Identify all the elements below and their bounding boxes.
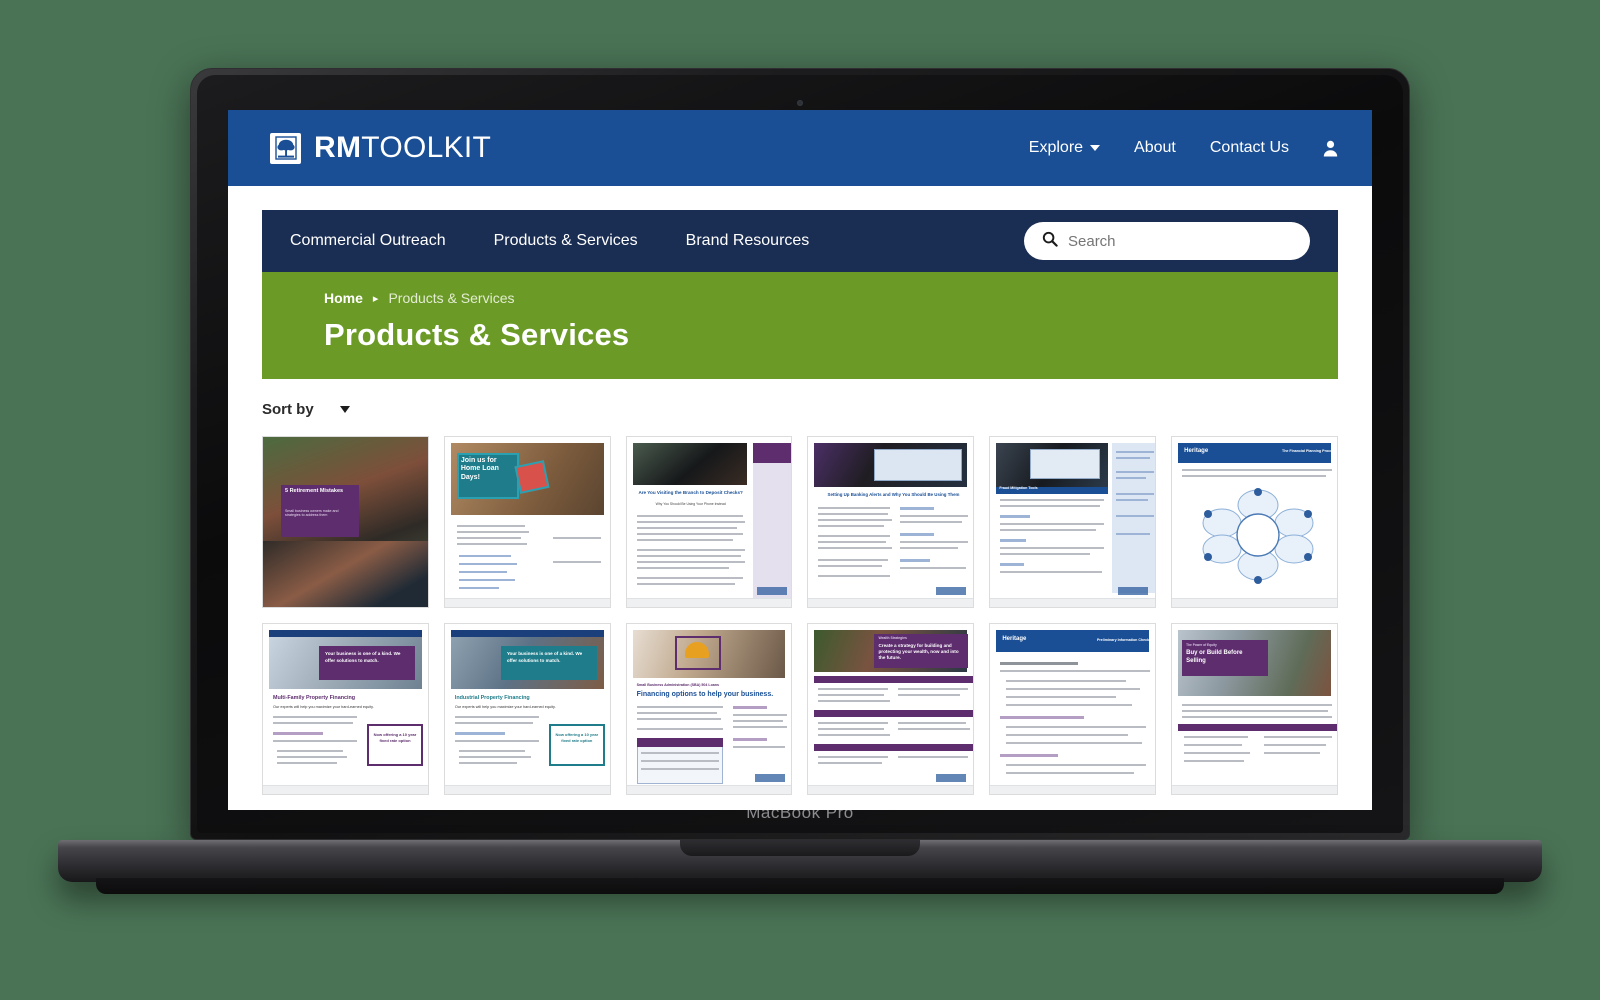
nav-label-explore: Explore	[1028, 139, 1084, 156]
search-icon	[1042, 231, 1058, 252]
chevron-down-icon[interactable]	[339, 406, 350, 413]
card-title: Industrial Property Financing	[454, 695, 530, 701]
macbook-device: MacBook Pro RMTOOLKIT Explore About Cont…	[0, 0, 1600, 1000]
card-title: Financing options to help your business.	[636, 691, 774, 698]
subnav-wrapper: Commercial Outreach Products & Services …	[228, 186, 1372, 272]
card-subtitle: Why You Should Be Using Your Phone Inste…	[655, 502, 726, 506]
document-card[interactable]: Are You Visiting the Branch to Deposit C…	[625, 436, 793, 608]
sort-control[interactable]: Sort by	[262, 379, 1338, 418]
brand-rm: RM	[314, 131, 362, 164]
sort-label: Sort by	[262, 401, 314, 418]
search-box[interactable]	[1024, 222, 1310, 260]
document-card[interactable]: Setting Up Banking Alerts and Why You Sh…	[807, 436, 975, 608]
chevron-down-icon	[1090, 145, 1101, 151]
document-card[interactable]: Fraud Mitigation Tools	[989, 436, 1157, 608]
card-badge-text: Now offering a 10 year fixed rate option	[373, 732, 417, 743]
card-badge-text: Now offering a 10 year fixed rate option	[555, 732, 599, 743]
nav-item-contact-us[interactable]: Contact Us	[1210, 139, 1289, 157]
card-badge: Your business is one of a kind. We offer…	[325, 651, 401, 663]
nav-item-explore[interactable]: Explore	[1028, 139, 1101, 157]
nav-item-about[interactable]: About	[1134, 139, 1176, 157]
breadcrumb-home[interactable]: Home	[324, 290, 363, 306]
card-title: Create a strategy for building and prote…	[878, 643, 959, 661]
page-hero: Home ▸ Products & Services Products & Se…	[262, 272, 1338, 379]
card-subtitle: The Power of Equity	[1186, 643, 1217, 647]
document-card[interactable]: Small Business Administration (SBA) 504 …	[625, 623, 793, 795]
document-card[interactable]: Wealth Strategies Create a strategy for …	[807, 623, 975, 795]
laptop-base-notch	[680, 840, 920, 856]
laptop-base	[58, 840, 1542, 882]
browser-viewport: RMTOOLKIT Explore About Contact Us Comme…	[228, 110, 1372, 810]
search-input[interactable]	[1068, 232, 1292, 250]
subnav-item-commercial-outreach[interactable]: Commercial Outreach	[290, 232, 446, 250]
card-subtitle: Heritage	[1184, 448, 1209, 454]
card-title: Multi-Family Property Financing	[273, 695, 356, 701]
card-title: Join us for Home Loan Days!	[460, 457, 499, 481]
webcam-icon	[797, 100, 803, 106]
document-card[interactable]: Join us for Home Loan Days!	[443, 436, 611, 608]
document-card[interactable]: The Power of Equity Buy or Build Before …	[1171, 623, 1338, 795]
document-grid: 5 Retirement Mistakes Small business own…	[262, 436, 1338, 810]
brand-logo[interactable]: RMTOOLKIT	[270, 131, 491, 165]
document-card[interactable]: Your business is one of a kind. We offer…	[443, 623, 611, 795]
laptop-base-shadow	[96, 878, 1504, 894]
card-title: Are You Visiting the Branch to Deposit C…	[638, 490, 743, 495]
card-badge: Your business is one of a kind. We offer…	[506, 651, 583, 663]
document-card[interactable]: Your business is one of a kind. We offer…	[262, 623, 429, 795]
card-title: Fraud Mitigation Tools	[999, 486, 1038, 490]
card-title: Setting Up Banking Alerts and Why You Sh…	[827, 492, 960, 497]
card-subtitle: Our experts will help you maximize your …	[273, 705, 374, 709]
user-account-icon[interactable]	[1323, 140, 1338, 157]
primary-nav: Explore About Contact Us	[1029, 139, 1338, 157]
card-subtitle: Small business owners make and strategie…	[285, 509, 339, 518]
brand-toolkit: TOOLKIT	[361, 131, 492, 164]
subnav-item-products-services[interactable]: Products & Services	[494, 232, 638, 250]
subnav-item-brand-resources[interactable]: Brand Resources	[686, 232, 810, 250]
card-subtitle: Small Business Administration (SBA) 504 …	[636, 683, 719, 687]
secondary-nav: Commercial Outreach Products & Services …	[262, 210, 1338, 272]
document-card[interactable]: Heritage Preliminary Information Checkli…	[989, 623, 1157, 795]
card-title: Preliminary Information Checklist	[1097, 638, 1155, 642]
page-body: Commercial Outreach Products & Services …	[228, 186, 1372, 810]
card-subtitle: Heritage	[1002, 636, 1027, 642]
page-title: Products & Services	[324, 317, 630, 352]
breadcrumb: Home ▸ Products & Services	[324, 290, 1304, 306]
card-title: Buy or Build Before Selling	[1186, 650, 1243, 664]
breadcrumb-current: Products & Services	[388, 290, 515, 306]
card-subtitle: Our experts will help you maximize your …	[454, 705, 556, 709]
brand-wordmark: RMTOOLKIT	[314, 131, 491, 165]
card-title: 5 Retirement Mistakes	[285, 488, 344, 494]
tree-logo-icon	[270, 132, 301, 164]
card-title: The Financial Planning Process	[1282, 449, 1337, 453]
document-card[interactable]: 5 Retirement Mistakes Small business own…	[262, 436, 429, 608]
site-header: RMTOOLKIT Explore About Contact Us	[228, 110, 1372, 186]
breadcrumb-separator-icon: ▸	[372, 292, 379, 305]
card-subtitle: Wealth Strategies	[878, 636, 907, 640]
document-card[interactable]: Heritage The Financial Planning Process	[1171, 436, 1338, 608]
